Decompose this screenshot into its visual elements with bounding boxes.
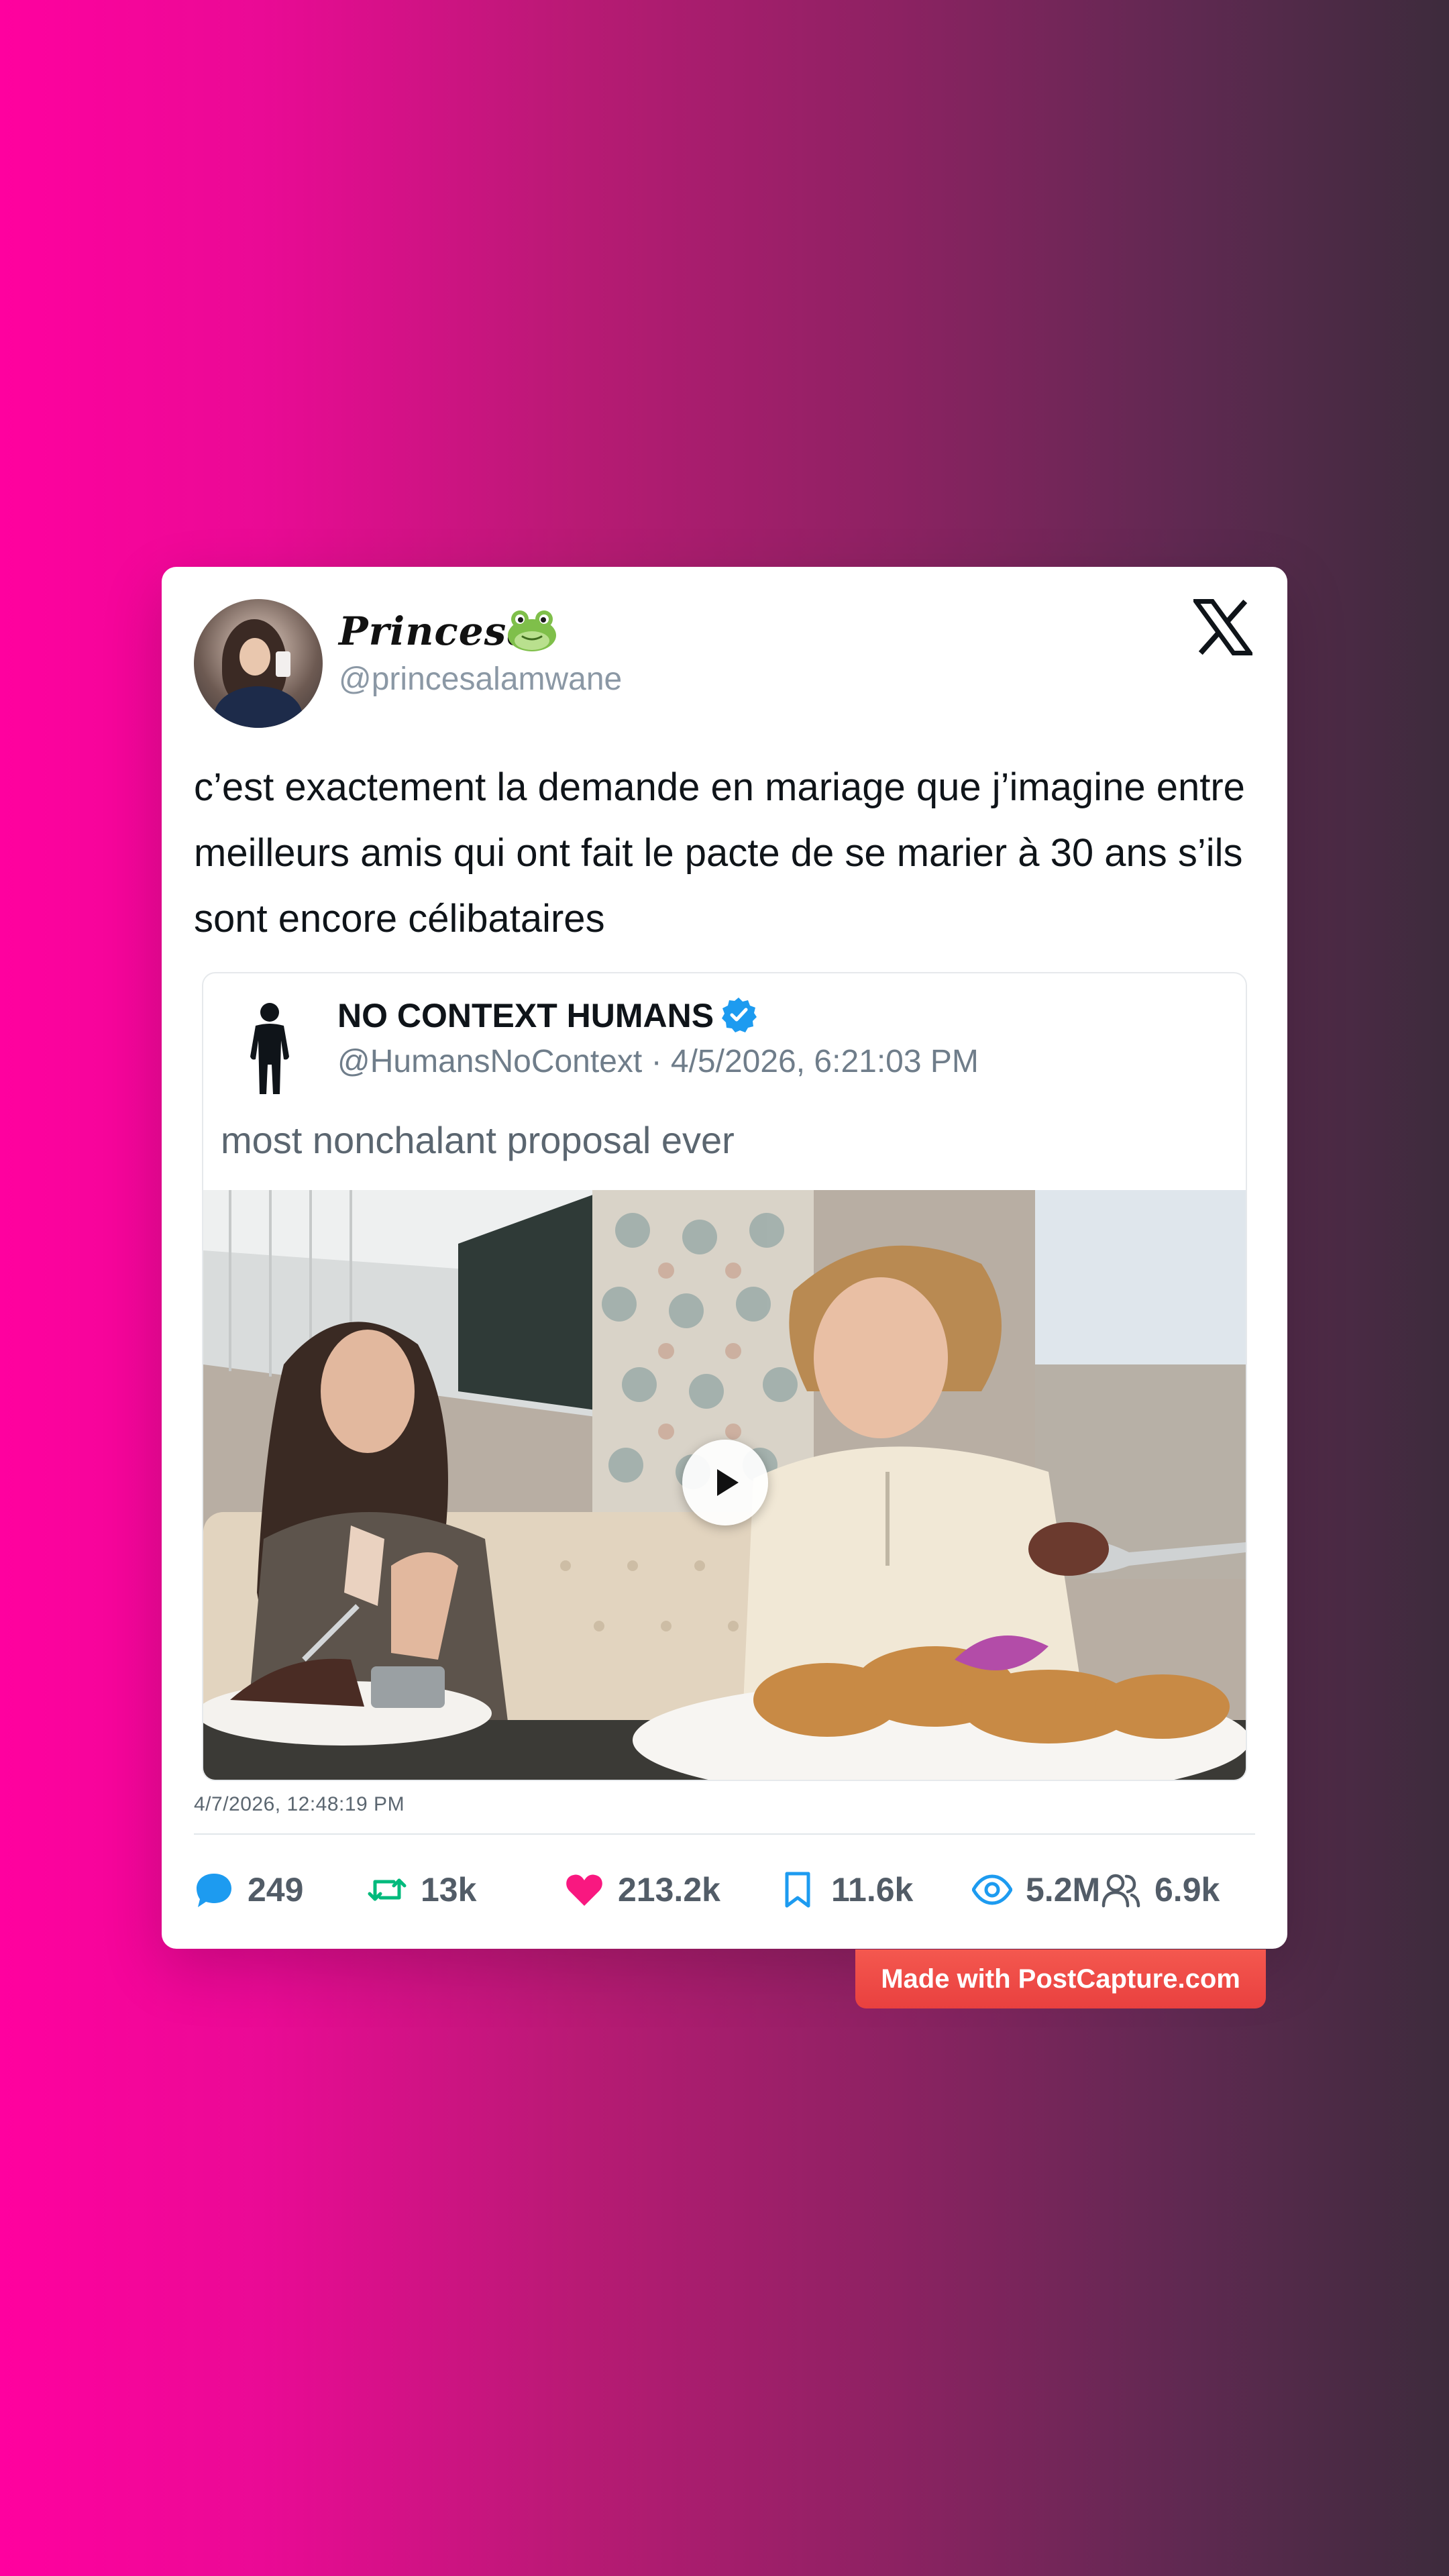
person-silhouette-icon xyxy=(250,1003,289,1094)
quoted-text: most nonchalant proposal ever xyxy=(221,1119,735,1161)
like-stat[interactable]: 213.2k xyxy=(564,1863,720,1917)
avatar-phone xyxy=(276,651,290,677)
retweet-count: 13k xyxy=(421,1871,477,1909)
tweet-text: c’est exactement la demande en mariage q… xyxy=(194,765,1245,941)
users-icon xyxy=(1102,1874,1140,1908)
stats-divider xyxy=(194,1833,1255,1835)
retweet-icon xyxy=(368,1878,407,1901)
author-avatar[interactable] xyxy=(194,599,323,728)
heart-icon xyxy=(566,1874,602,1906)
reply-stat[interactable]: 249 xyxy=(194,1863,303,1917)
reply-count: 249 xyxy=(248,1871,304,1909)
views-count: 5.2M xyxy=(1026,1871,1101,1909)
postcapture-watermark[interactable]: Made with PostCapture.com xyxy=(855,1949,1266,2008)
eye-icon xyxy=(972,1874,1012,1905)
bookmark-count: 11.6k xyxy=(831,1871,914,1909)
tweet-card: Princesa @princesalamwane c’est exacteme… xyxy=(162,567,1287,1949)
bookmark-stat[interactable]: 11.6k xyxy=(777,1863,913,1917)
bookmark-icon xyxy=(785,1872,810,1908)
x-logo-icon[interactable] xyxy=(1193,599,1252,655)
play-icon[interactable] xyxy=(682,1440,768,1525)
verified-badge-icon xyxy=(722,998,757,1032)
quoted-video-thumbnail[interactable] xyxy=(203,1190,1246,1780)
views-stat[interactable]: 5.2M xyxy=(972,1863,1100,1917)
avatar-face xyxy=(239,638,270,676)
quoted-author-name[interactable]: NO CONTEXT HUMANS xyxy=(337,996,757,1035)
quoted-author-name-text: NO CONTEXT HUMANS xyxy=(337,997,714,1034)
quoted-tweet[interactable]: NO CONTEXT HUMANS @HumansNoContext · 4/5… xyxy=(202,972,1247,1781)
followers-stat[interactable]: 6.9k xyxy=(1101,1863,1220,1917)
author-handle[interactable]: @princesalamwane xyxy=(339,661,622,698)
engagement-stats: 249 13k 213.2k 11.6k 6.9k 5.2M xyxy=(194,1863,1260,1917)
tweet-timestamp: 4/7/2026, 12:48:19 PM xyxy=(194,1793,405,1815)
followers-count: 6.9k xyxy=(1155,1871,1220,1909)
frog-emoji-icon xyxy=(508,610,556,651)
retweet-stat[interactable]: 13k xyxy=(367,1863,476,1917)
author-display-name[interactable]: Princesa xyxy=(339,608,533,654)
reply-icon xyxy=(197,1874,231,1907)
quoted-meta: @HumansNoContext · 4/5/2026, 6:21:03 PM xyxy=(337,1044,979,1079)
like-count: 213.2k xyxy=(618,1871,720,1909)
